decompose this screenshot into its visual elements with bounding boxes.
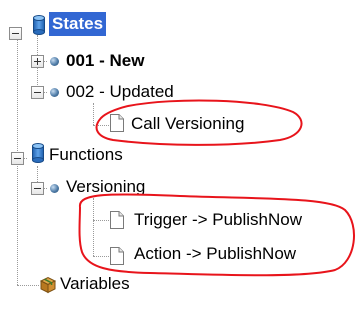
tree-node-functions[interactable]: Functions (49, 143, 123, 167)
bullet-icon (50, 184, 59, 193)
tree-node-trigger-publishnow[interactable]: Trigger -> PublishNow (134, 208, 302, 232)
tree-node-call-versioning[interactable]: Call Versioning (131, 112, 244, 136)
database-icon (32, 143, 44, 163)
tree-node-versioning[interactable]: Versioning (66, 175, 145, 199)
bullet-icon (50, 57, 59, 66)
box-icon (39, 276, 57, 294)
tree-line (93, 256, 109, 257)
tree-node-state-002[interactable]: 002 - Updated (66, 80, 174, 104)
database-icon (33, 15, 45, 35)
tree-node-states[interactable]: States (49, 12, 107, 36)
tree-node-variables[interactable]: Variables (60, 272, 130, 296)
tree-node-action-publishnow[interactable]: Action -> PublishNow (134, 242, 296, 266)
tree-node-state-001[interactable]: 001 - New (66, 49, 144, 73)
bullet-icon (50, 88, 59, 97)
tree-line (93, 125, 109, 126)
tree-line (93, 103, 94, 125)
collapse-state-002-toggle[interactable] (31, 86, 44, 99)
tree-line (93, 198, 94, 256)
document-icon (110, 211, 124, 229)
tree-line (17, 285, 39, 286)
document-icon (110, 114, 124, 132)
collapse-functions-toggle[interactable] (11, 152, 24, 165)
tree-line (93, 220, 109, 221)
collapse-states-toggle[interactable] (9, 27, 22, 40)
document-icon (110, 247, 124, 265)
collapse-versioning-toggle[interactable] (31, 182, 44, 195)
tree-view: States 001 - New 002 - Updated Call Vers… (0, 0, 359, 318)
expand-state-001-toggle[interactable] (31, 55, 44, 68)
